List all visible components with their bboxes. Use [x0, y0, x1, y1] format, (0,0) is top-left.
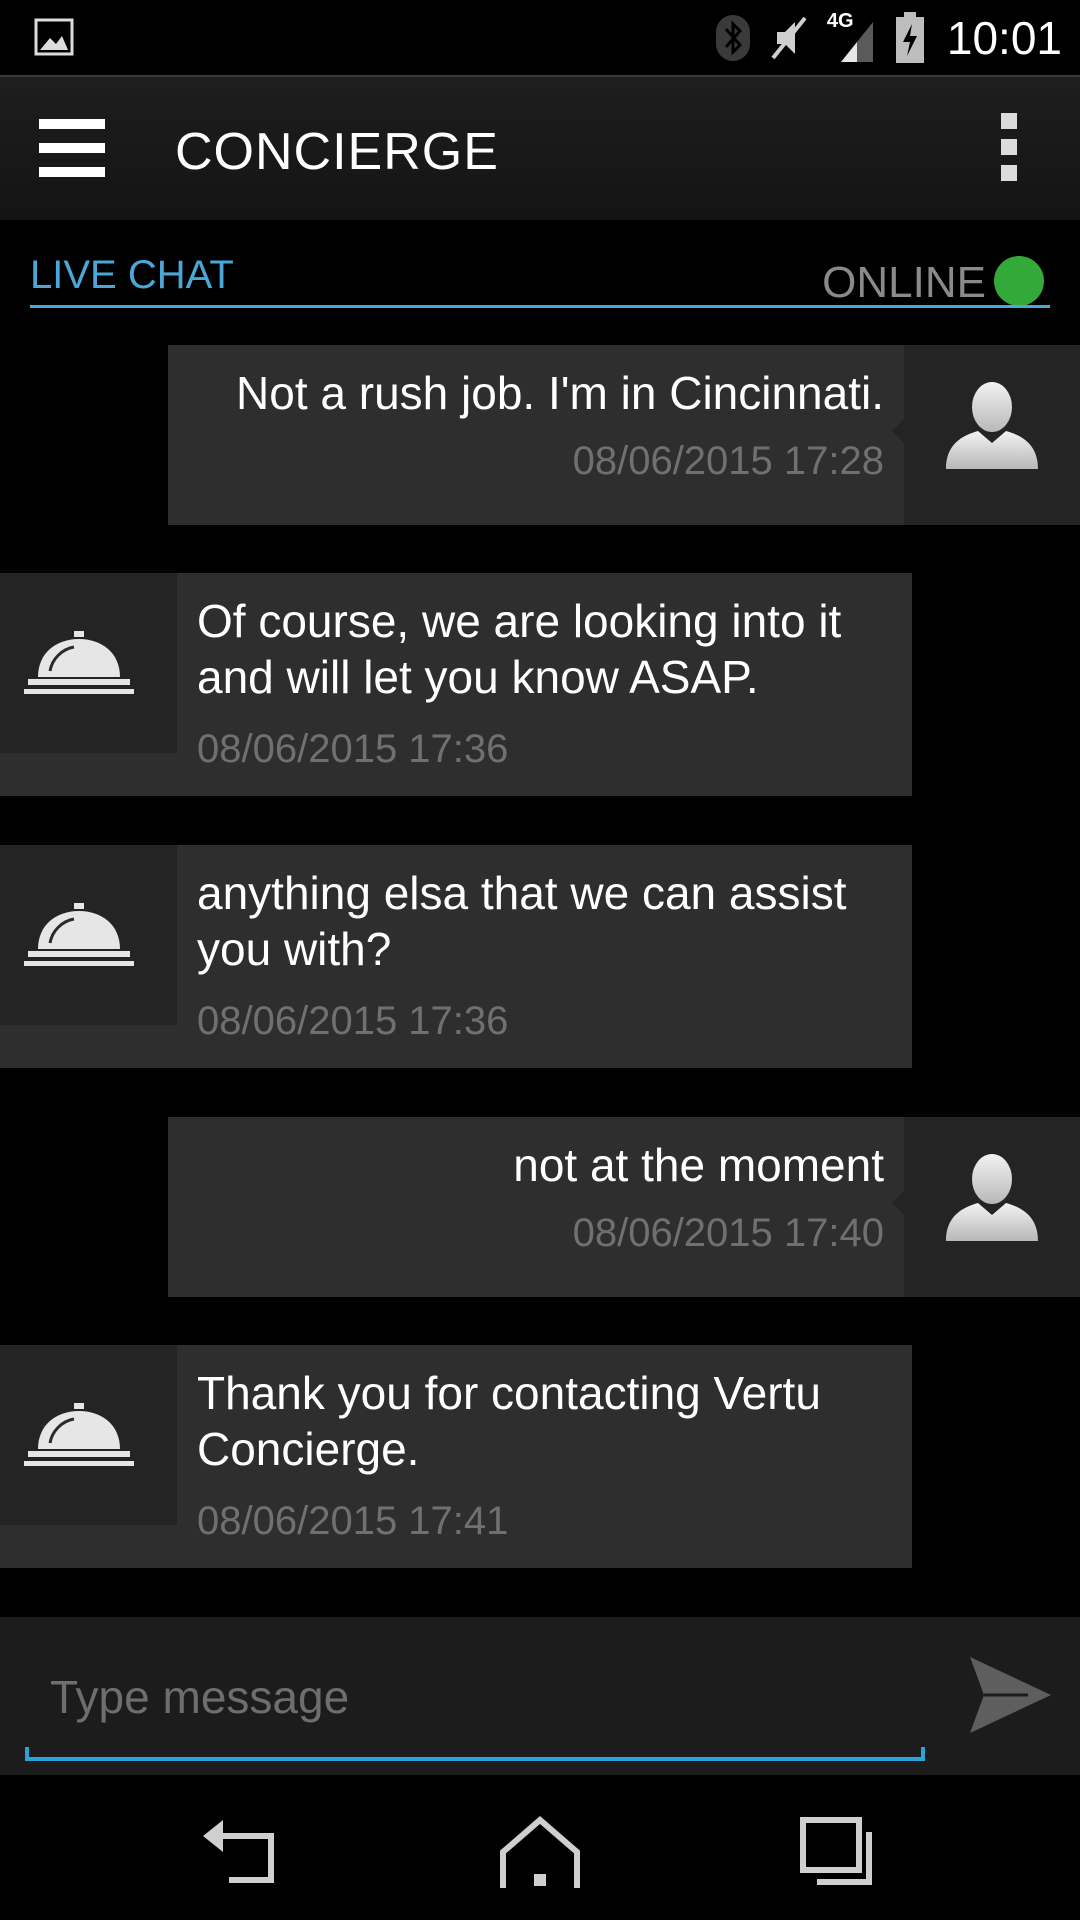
- message-text: Thank you for contacting Vertu Concierge…: [197, 1367, 821, 1475]
- message-text: anything elsa that we can assist you wit…: [197, 867, 847, 975]
- action-bar: CONCIERGE: [0, 75, 1080, 220]
- page-title: CONCIERGE: [175, 123, 499, 181]
- message-text: Of course, we are looking into it and wi…: [197, 595, 842, 703]
- message-bubble: not at the moment 08/06/2015 17:40: [168, 1117, 904, 1297]
- back-icon[interactable]: [195, 1806, 285, 1896]
- online-status-label: ONLINE: [822, 258, 986, 307]
- battery-charging-icon: [895, 11, 924, 63]
- message-text: not at the moment: [513, 1139, 884, 1191]
- concierge-avatar: [0, 1345, 189, 1525]
- concierge-bell-icon: [24, 631, 134, 694]
- header-underline: [30, 305, 1050, 308]
- concierge-bell-icon: [24, 903, 134, 966]
- message-input[interactable]: [25, 1657, 925, 1737]
- message-timestamp: 08/06/2015 17:41: [197, 1499, 509, 1543]
- online-status-dot: [994, 256, 1044, 306]
- message-composer: [0, 1617, 1080, 1775]
- image-notification-icon: [34, 18, 74, 56]
- message-timestamp: 08/06/2015 17:36: [197, 999, 509, 1043]
- message-timestamp: 08/06/2015 17:40: [572, 1211, 884, 1255]
- user-icon: [946, 1154, 1038, 1241]
- message-text: Not a rush job. I'm in Cincinnati.: [236, 367, 884, 419]
- user-icon: [946, 382, 1038, 469]
- bluetooth-icon: [715, 14, 750, 61]
- system-nav-bar: [0, 1776, 1080, 1920]
- message-timestamp: 08/06/2015 17:36: [197, 727, 509, 771]
- user-avatar: [892, 1117, 1080, 1297]
- concierge-avatar: [0, 573, 189, 753]
- input-underline: [25, 1747, 925, 1761]
- concierge-bell-icon: [24, 1403, 134, 1466]
- overflow-menu-icon[interactable]: [998, 113, 1020, 185]
- message-bubble: anything elsa that we can assist you wit…: [177, 845, 912, 1068]
- message-bubble: Of course, we are looking into it and wi…: [177, 573, 912, 796]
- user-avatar: [892, 345, 1080, 525]
- message-bubble: Thank you for contacting Vertu Concierge…: [177, 1345, 912, 1568]
- live-chat-label: LIVE CHAT: [30, 253, 234, 297]
- mute-icon: [771, 16, 807, 59]
- concierge-avatar: [0, 845, 189, 1025]
- send-button[interactable]: [968, 1655, 1053, 1735]
- recent-apps-icon[interactable]: [795, 1806, 885, 1896]
- menu-icon[interactable]: [39, 119, 105, 177]
- clock: 10:01: [946, 11, 1062, 64]
- home-icon[interactable]: [495, 1806, 585, 1896]
- message-bubble: Not a rush job. I'm in Cincinnati. 08/06…: [168, 345, 904, 525]
- signal-icon: 4G: [827, 10, 879, 66]
- status-bar: 4G 10:01: [0, 0, 1080, 75]
- message-timestamp: 08/06/2015 17:28: [572, 439, 884, 483]
